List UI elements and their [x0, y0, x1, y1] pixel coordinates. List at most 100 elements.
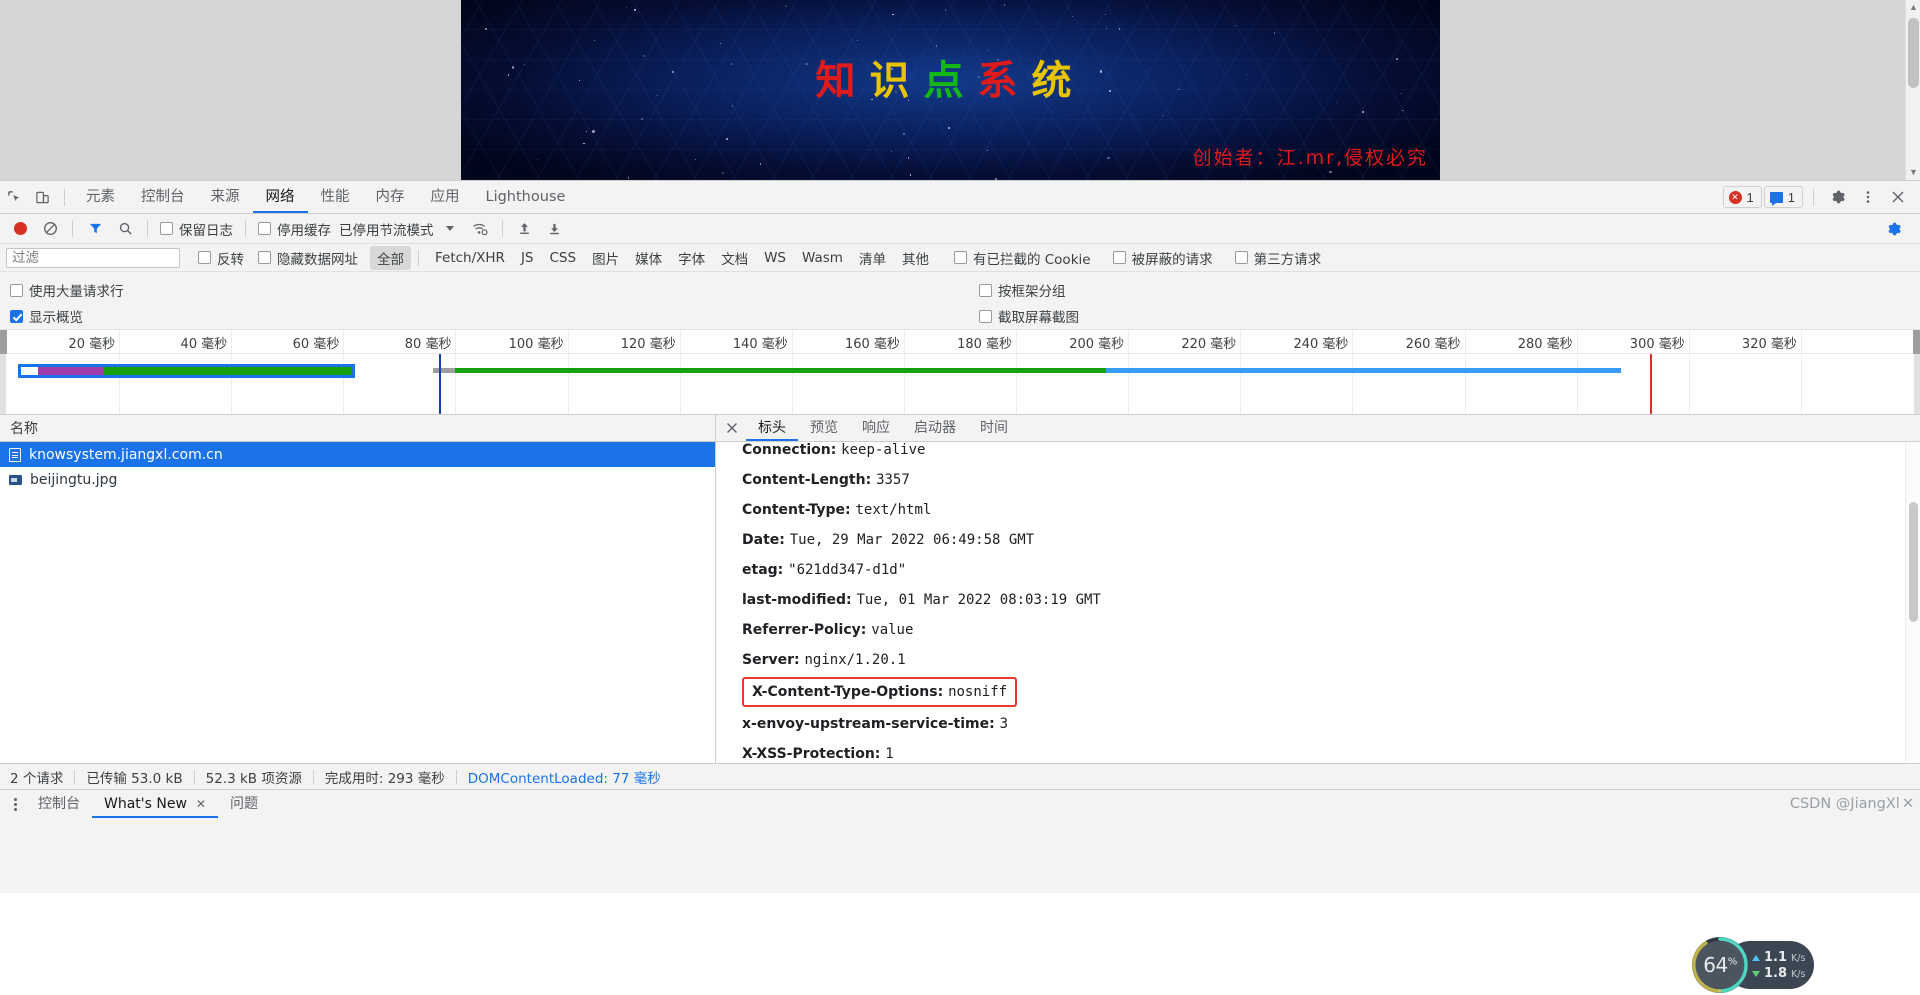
type-filter-10[interactable]: 清单 [852, 246, 893, 270]
tab-性能[interactable]: 性能 [308, 181, 363, 213]
banner-title: 知识点系统 [461, 48, 1440, 106]
type-filter-6[interactable]: 字体 [671, 246, 712, 270]
scrollbar-thumb[interactable] [1908, 18, 1919, 88]
blocked-cookies-checkbox[interactable]: 有已拦截的 Cookie [950, 248, 1095, 268]
invert-filter-checkbox[interactable]: 反转 [194, 248, 248, 268]
close-details-icon[interactable] [720, 416, 744, 440]
tab-网络[interactable]: 网络 [253, 181, 308, 213]
drawer-tab-2[interactable]: 问题 [218, 790, 270, 818]
preserve-log-checkbox[interactable]: 保留日志 [156, 219, 237, 239]
tab-控制台[interactable]: 控制台 [128, 181, 198, 213]
status-transferred: 已传输 53.0 kB [86, 767, 182, 787]
hide-data-urls-box[interactable] [258, 251, 271, 264]
type-filter-4[interactable]: 图片 [585, 246, 626, 270]
headers-scroll-area[interactable]: Connection: keep-aliveContent-Length: 33… [716, 442, 1920, 763]
details-tab-2[interactable]: 响应 [850, 415, 902, 441]
type-filter-3[interactable]: CSS [543, 248, 584, 268]
tab-lighthouse[interactable]: Lighthouse [473, 181, 579, 213]
drawer-tab-0[interactable]: 控制台 [26, 790, 92, 818]
chevron-down-icon [446, 226, 454, 231]
details-scrollbar-thumb[interactable] [1909, 502, 1918, 622]
settings-gear-icon[interactable] [1824, 184, 1852, 210]
group-by-frame-checkbox[interactable]: 按框架分组 [975, 280, 1070, 300]
tab-来源[interactable]: 来源 [198, 181, 253, 213]
response-header-line: Date: Tue, 29 Mar 2022 06:49:58 GMT [742, 525, 1920, 555]
drawer-more-icon[interactable] [4, 793, 26, 815]
tab-元素[interactable]: 元素 [73, 181, 128, 213]
details-vertical-scrollbar[interactable] [1905, 442, 1920, 763]
overview-left-handle[interactable] [0, 330, 7, 354]
import-har-icon[interactable] [511, 216, 539, 242]
details-tab-4[interactable]: 时间 [968, 415, 1020, 441]
request-list-header[interactable]: 名称 [0, 415, 715, 442]
type-filter-8[interactable]: WS [757, 248, 793, 268]
preserve-log-box[interactable] [160, 222, 173, 235]
table-row[interactable]: knowsystem.jiangxl.com.cn [0, 442, 715, 467]
throttling-select-label[interactable]: 已停用节流模式 [337, 219, 434, 239]
show-overview-box[interactable] [10, 310, 23, 323]
invert-filter-box[interactable] [198, 251, 211, 264]
details-tab-3[interactable]: 启动器 [902, 415, 968, 441]
tabbar-divider [64, 189, 65, 206]
type-filter-1[interactable]: Fetch/XHR [428, 248, 512, 268]
search-icon[interactable] [111, 216, 139, 242]
site-banner: 知识点系统 创始者：江.mr,侵权必究 [461, 0, 1440, 180]
group-by-frame-box[interactable] [979, 284, 992, 297]
toolbar-divider-2 [147, 220, 148, 237]
tab-应用[interactable]: 应用 [418, 181, 473, 213]
record-button[interactable] [6, 216, 34, 242]
more-options-icon[interactable] [1854, 184, 1882, 210]
scroll-down-arrow[interactable]: ▼ [1906, 165, 1920, 180]
type-filter-11[interactable]: 其他 [895, 246, 936, 270]
blocked-cookies-box[interactable] [954, 251, 967, 264]
show-overview-checkbox[interactable]: 显示概览 [10, 306, 87, 326]
type-filter-divider [418, 250, 419, 266]
device-toolbar-icon[interactable] [28, 184, 56, 210]
error-badge[interactable]: ✕ 1 [1723, 186, 1762, 208]
third-party-checkbox[interactable]: 第三方请求 [1231, 248, 1326, 268]
page-vertical-scrollbar[interactable]: ▲ ▼ [1905, 0, 1920, 180]
details-tab-1[interactable]: 预览 [798, 415, 850, 441]
big-rows-box[interactable] [10, 284, 23, 297]
overview-tick-label: 100 毫秒 [509, 333, 564, 352]
capture-screenshots-checkbox[interactable]: 截取屏幕截图 [975, 306, 1083, 326]
scroll-up-arrow[interactable]: ▲ [1906, 0, 1920, 15]
watermark-logo-icon: ✕ [1902, 796, 1914, 812]
filter-funnel-icon[interactable] [81, 216, 109, 242]
throttling-dropdown-arrow[interactable] [436, 216, 464, 242]
disable-cache-checkbox[interactable]: 停用缓存 [254, 219, 335, 239]
drawer-tab-1[interactable]: What's New✕ [92, 790, 218, 818]
network-speed-widget[interactable]: 1.1 K/s 1.8 K/s 64% [1692, 937, 1814, 989]
table-row[interactable]: beijingtu.jpg [0, 467, 715, 492]
message-badge[interactable]: 1 [1764, 186, 1803, 208]
download-speed-value: 1.8 [1764, 966, 1787, 981]
third-party-box[interactable] [1235, 251, 1248, 264]
big-rows-checkbox[interactable]: 使用大量请求行 [10, 280, 128, 300]
capture-screenshots-box[interactable] [979, 310, 992, 323]
blocked-requests-checkbox[interactable]: 被屏蔽的请求 [1109, 248, 1217, 268]
network-overview-timeline[interactable]: 20 毫秒40 毫秒60 毫秒80 毫秒100 毫秒120 毫秒140 毫秒16… [0, 330, 1920, 415]
header-row: etag: "621dd347-d1d" [742, 555, 1920, 585]
toolbar-divider-3 [245, 220, 246, 237]
inspect-element-icon[interactable] [0, 184, 28, 210]
network-conditions-icon[interactable] [466, 216, 494, 242]
export-har-icon[interactable] [541, 216, 569, 242]
filter-input[interactable] [6, 248, 180, 268]
type-filter-9[interactable]: Wasm [795, 248, 850, 268]
overview-right-handle[interactable] [1913, 330, 1920, 354]
close-devtools-icon[interactable] [1884, 184, 1912, 210]
details-tab-0[interactable]: 标头 [746, 415, 798, 441]
blocked-requests-box[interactable] [1113, 251, 1126, 264]
disable-cache-box[interactable] [258, 222, 271, 235]
close-icon[interactable]: ✕ [196, 790, 206, 819]
network-settings-gear-icon[interactable] [1880, 216, 1908, 242]
tab-内存[interactable]: 内存 [363, 181, 418, 213]
type-filter-2[interactable]: JS [514, 248, 541, 268]
type-filter-5[interactable]: 媒体 [628, 246, 669, 270]
type-filter-0[interactable]: 全部 [370, 246, 411, 270]
clear-button[interactable] [36, 216, 64, 242]
type-filter-7[interactable]: 文档 [714, 246, 755, 270]
header-key: Server: [742, 652, 804, 668]
hide-data-urls-checkbox[interactable]: 隐藏数据网址 [254, 248, 362, 268]
header-row: Content-Length: 3357 [742, 465, 1920, 495]
